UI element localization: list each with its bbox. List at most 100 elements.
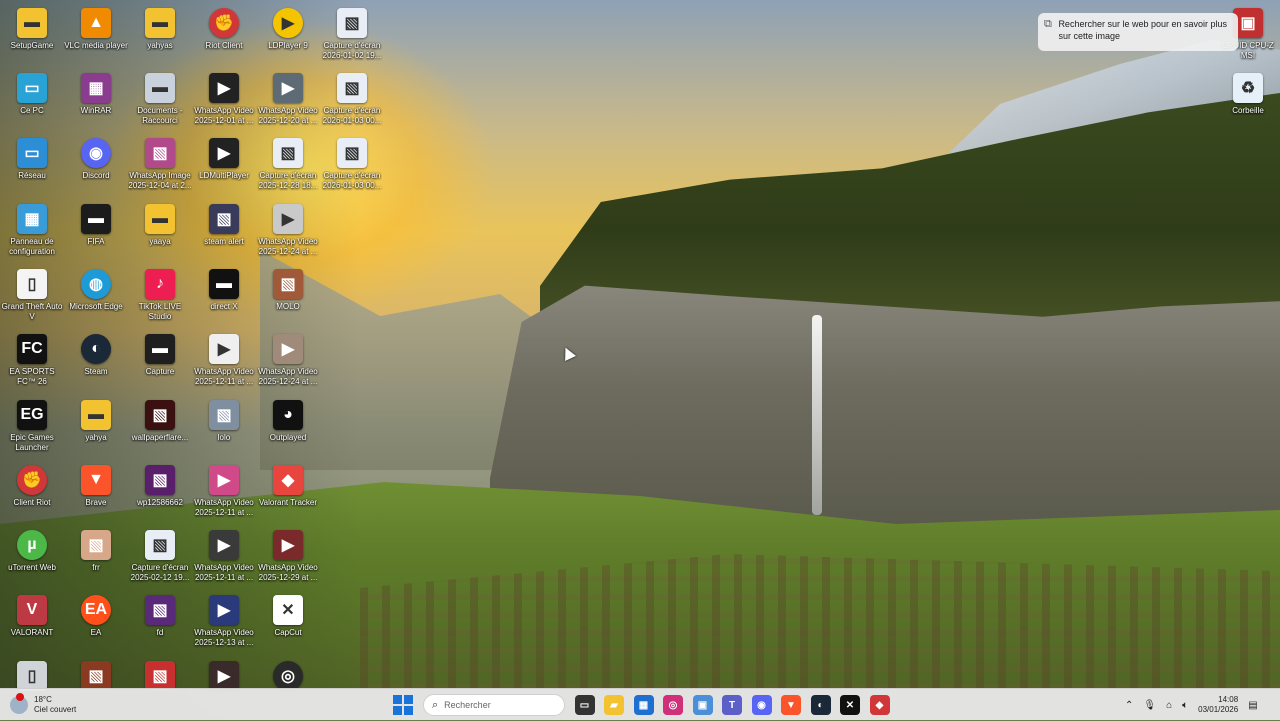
desktop-icon[interactable]: ▦ Panneau de configuration — [0, 200, 64, 264]
desktop-icon[interactable]: ✕ CapCut — [256, 591, 320, 655]
desktop-icon[interactable]: ▧ WhatsApp Image 2025-12-04 at 2... — [128, 134, 192, 198]
taskbar-instagram-icon[interactable]: ◎ — [663, 695, 683, 715]
video-icon: ▶ — [273, 530, 303, 560]
cloud-icon — [10, 693, 28, 714]
desktop-icon[interactable]: ▧ Capture d'écran 2026-01-02 19... — [320, 4, 384, 68]
clock-time: 14:08 — [1218, 695, 1239, 704]
bing-visual-search-pill[interactable]: ⧉ Rechercher sur le web pour en savoir p… — [1038, 13, 1238, 51]
taskbar-brave-icon[interactable]: ▼ — [781, 695, 801, 715]
desktop-icon[interactable]: ▬ Capture — [128, 330, 192, 394]
desktop-icon[interactable]: ▧ Capture d'écran 2026-01-03 00... — [320, 69, 384, 133]
video-icon: ▶ — [209, 661, 239, 691]
desktop-icon-label: LDMultiPlayer — [199, 171, 249, 180]
taskbar-steam-icon[interactable]: ◐ — [810, 695, 831, 715]
desktop-icon-label: Microsoft Edge — [69, 302, 123, 311]
chevron-up-icon[interactable]: ⌃ — [1125, 700, 1133, 711]
desktop-icon[interactable]: ▦ WinRAR — [64, 69, 128, 133]
desktop-icon[interactable]: ▭ Réseau — [0, 134, 64, 198]
taskbar-screen-capture-icon[interactable]: ▣ — [692, 695, 713, 715]
desktop-icon-label: Documents - Raccourci — [137, 106, 183, 125]
desktop-icon[interactable]: ▧ lolo — [192, 396, 256, 460]
epic-icon: EG — [17, 400, 47, 430]
desktop-icon[interactable]: FC EA SPORTS FC™ 26 — [0, 330, 64, 394]
edge-icon: ◍ — [81, 269, 111, 299]
desktop-icon[interactable]: ▬ Documents - Raccourci — [128, 69, 192, 133]
desktop-icon[interactable]: ◕ Outplayed — [256, 396, 320, 460]
desktop-icon-label: CapCut — [274, 628, 302, 637]
notifications-icon[interactable]: ▤ — [1248, 700, 1257, 711]
desktop-icon-label: Réseau — [18, 171, 46, 180]
taskbar-capcut-icon[interactable]: ✕ — [840, 695, 860, 715]
desktop-icon[interactable]: ♻ Corbeille — [1216, 69, 1280, 133]
desktop-icon-label: Grand Theft Auto V — [1, 302, 63, 321]
desktop-icon[interactable]: ▼ Brave — [64, 461, 128, 525]
taskbar-discord-icon[interactable]: ◉ — [751, 695, 772, 715]
desktop-icon[interactable]: ◆ Valorant Tracker — [256, 461, 320, 525]
desktop-icon-label: Capture d'écran 2026-01-03 00... — [322, 106, 382, 125]
desktop-icon-label: EA — [90, 628, 102, 637]
network-icon[interactable]: ⌂ — [1166, 700, 1172, 711]
desktop-icon[interactable]: ▧ Capture d'écran 2025-02-12 19... — [128, 526, 192, 590]
desktop-icon[interactable]: ▧ steam alert — [192, 200, 256, 264]
desktop-icon[interactable]: ▶ WhatsApp Video 2025-12-01 at ... — [192, 69, 256, 133]
volume-icon[interactable]: 🔈︎ — [1182, 700, 1188, 711]
desktop-icon[interactable]: ▧ fd — [128, 591, 192, 655]
desktop-icon[interactable]: ▬ FIFA — [64, 200, 128, 264]
weather-widget[interactable]: 18°C Ciel couvert — [10, 692, 76, 718]
desktop-icon-label: Corbeille — [1232, 106, 1264, 115]
desktop-icon[interactable]: ▧ wp12586662 — [128, 461, 192, 525]
ldplayer-icon: ▶ — [273, 8, 303, 38]
desktop-icon-label: WhatsApp Image 2025-12-04 at 2... — [128, 171, 192, 190]
notification-badge — [16, 693, 24, 701]
network-icon: ▭ — [17, 138, 47, 168]
desktop-icon[interactable]: ▬ yahyas — [128, 4, 192, 68]
windows-start-button[interactable] — [393, 695, 413, 715]
image-icon: ▧ — [337, 138, 367, 168]
desktop-icon[interactable]: ✊ Riot Client — [192, 4, 256, 68]
desktop-icon[interactable]: ▧ MOLO — [256, 265, 320, 329]
video-icon: ▶ — [273, 204, 303, 234]
desktop-icon[interactable]: ▬ direct X — [192, 265, 256, 329]
desktop-icon[interactable]: ▶ WhatsApp Video 2025-12-11 at ... — [192, 461, 256, 525]
desktop-icon[interactable]: ▶ LDPlayer 9 — [256, 4, 320, 68]
desktop-icon[interactable]: ▶ WhatsApp Video 2025-12-24 at ... — [256, 330, 320, 394]
desktop-icon-label: Capture d'écran 2025-12-28 18... — [258, 171, 318, 190]
desktop-icon[interactable]: ◐ Steam — [64, 330, 128, 394]
taskbar-search[interactable]: ⌕ Rechercher — [423, 694, 565, 716]
desktop-icon[interactable]: ✊ Client Riot — [0, 461, 64, 525]
microphone-icon[interactable]: 🎙︎ — [1143, 700, 1156, 711]
desktop-icon[interactable]: ▧ wallpaperflare... — [128, 396, 192, 460]
desktop-icon[interactable]: V VALORANT — [0, 591, 64, 655]
taskbar-task-view-icon[interactable]: ▭ — [574, 695, 595, 715]
desktop-icon[interactable]: ▲ VLC media player — [64, 4, 128, 68]
desktop-icon[interactable]: ▶ WhatsApp Video 2025-12-29 at ... — [256, 526, 320, 590]
clock[interactable]: 14:08 03/01/2026 — [1198, 695, 1238, 715]
desktop-icon[interactable]: ▶ WhatsApp Video 2025-12-24 at ... — [256, 200, 320, 264]
desktop-icon[interactable]: ▬ yahya — [64, 396, 128, 460]
taskbar-teams-icon[interactable]: T — [722, 695, 742, 715]
desktop-icon[interactable]: ▬ yaaya — [128, 200, 192, 264]
desktop-icon[interactable]: ▬ SetupGame — [0, 4, 64, 68]
taskbar-microsoft-store-icon[interactable]: ▦ — [633, 695, 654, 715]
desktop-icon[interactable]: ◍ Microsoft Edge — [64, 265, 128, 329]
desktop-icon[interactable]: ▧ Capture d'écran 2026-01-03 00... — [320, 134, 384, 198]
desktop-icon[interactable]: ▶ LDMultiPlayer — [192, 134, 256, 198]
desktop-icon[interactable]: ▭ Ce PC — [0, 69, 64, 133]
desktop-icon[interactable]: EA EA — [64, 591, 128, 655]
desktop-icon-label: TikTok LIVE Studio — [138, 302, 182, 321]
desktop-icon-label: MOLO — [276, 302, 300, 311]
taskbar-file-explorer-icon[interactable]: ▰ — [604, 695, 624, 715]
desktop-icon[interactable]: ▶ WhatsApp Video 2025-12-11 at ... — [192, 330, 256, 394]
desktop-icon[interactable]: ▧ Capture d'écran 2025-12-28 18... — [256, 134, 320, 198]
desktop-icon[interactable]: ◉ Discord — [64, 134, 128, 198]
desktop-icon[interactable]: ▶ WhatsApp Video 2025-12-11 at ... — [192, 526, 256, 590]
desktop-icon[interactable]: ▶ WhatsApp Video 2025-12-20 at ... — [256, 69, 320, 133]
desktop-icon[interactable]: ♪ TikTok LIVE Studio — [128, 265, 192, 329]
desktop-icon[interactable]: ▧ frr — [64, 526, 128, 590]
desktop-icon-label: wallpaperflare... — [131, 433, 189, 442]
desktop-icon[interactable]: ▯ Grand Theft Auto V — [0, 265, 64, 329]
desktop-icon[interactable]: µ uTorrent Web — [0, 526, 64, 590]
desktop-icon[interactable]: ▶ WhatsApp Video 2025-12-13 at ... — [192, 591, 256, 655]
taskbar-riot-client-icon[interactable]: ◆ — [869, 695, 890, 715]
desktop-icon[interactable]: EG Epic Games Launcher — [0, 396, 64, 460]
